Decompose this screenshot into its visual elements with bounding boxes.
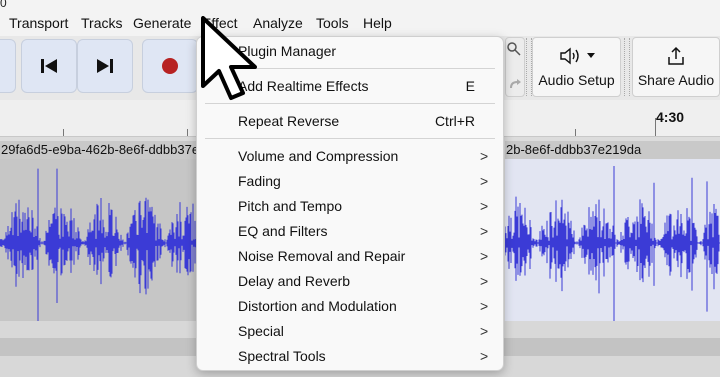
menu-item-label: Volume and Compression [238,148,399,164]
menu-transport[interactable]: Transport [9,15,68,31]
ruler-tick [63,129,64,136]
skip-to-start-button[interactable] [21,39,77,93]
ruler-time-label: 4:30 [656,109,685,125]
dropdown-caret-icon [586,53,595,58]
audacity-window: 0 Transport Tracks Generate Effect Analy… [0,0,720,377]
menu-item-label: Delay and Reverb [238,273,351,289]
pause-button[interactable] [0,39,16,93]
audio-setup-icons [533,44,620,68]
menu-item-distortion-and-modulation[interactable]: Distortion and Modulation > [197,295,503,319]
chevron-right-icon: > [480,273,489,289]
skip-to-start-icon [41,59,57,73]
waveform-right[interactable] [504,159,720,326]
menu-item-pitch-and-tempo[interactable]: Pitch and Tempo > [197,195,503,219]
chevron-right-icon: > [480,148,489,164]
clip-name: 29fa6d5-e9ba-462b-8e6f-ddbb37e219da [1,142,200,157]
ruler-tick [187,129,188,136]
menu-item-spectral-tools[interactable]: Spectral Tools > [197,345,503,369]
clip-header-left[interactable]: 29fa6d5-e9ba-462b-8e6f-ddbb37e219da [0,141,200,160]
menu-item-label: Distortion and Modulation [238,298,397,314]
menu-item-label: Spectral Tools [238,348,326,364]
menu-item-volume-and-compression[interactable]: Volume and Compression > [197,145,503,169]
clip-header-right[interactable]: 2b-8e6f-ddbb37e219da [505,141,720,160]
zoom-icon [507,42,521,56]
ruler-tick [575,129,576,136]
menu-item-label: Special [238,323,284,339]
menu-item-label: Noise Removal and Repair [238,248,406,264]
menu-item-fading[interactable]: Fading > [197,170,503,194]
menu-separator [205,138,495,139]
menu-generate[interactable]: Generate [133,15,191,31]
tools-panel-fragment [505,37,525,97]
share-audio-icons [633,44,719,68]
menu-bar: Transport Tracks Generate Effect Analyze… [0,11,720,37]
chevron-right-icon: > [480,248,489,264]
menu-item-label: Repeat Reverse [238,113,340,129]
share-audio-label: Share Audio [637,72,715,88]
chevron-right-icon: > [480,348,489,364]
menu-item-label: Fading [238,173,281,189]
chevron-right-icon: > [480,323,489,339]
clip-name: 2b-8e6f-ddbb37e219da [506,142,642,157]
waveform-graphic [504,166,720,326]
record-icon [162,58,178,74]
skip-to-end-button[interactable] [77,39,133,93]
chevron-right-icon: > [480,198,489,214]
title-fragment: 0 [0,0,7,10]
menu-separator [205,103,495,104]
menu-tools[interactable]: Tools [316,15,349,31]
title-strip: 0 [0,0,720,11]
menu-item-special[interactable]: Special > [197,320,503,344]
menu-item-delay-and-reverb[interactable]: Delay and Reverb > [197,270,503,294]
audio-setup-label: Audio Setup [538,72,615,88]
mouse-pointer-icon [201,16,257,100]
record-button[interactable] [142,39,198,93]
chevron-right-icon: > [480,223,489,239]
redo-icon [510,79,521,88]
audio-setup-button[interactable]: Audio Setup [532,37,621,97]
menu-tracks[interactable]: Tracks [81,15,122,31]
menu-item-eq-and-filters[interactable]: EQ and Filters > [197,220,503,244]
menu-help[interactable]: Help [363,15,392,31]
waveform-left[interactable] [0,159,200,330]
chevron-right-icon: > [480,298,489,314]
menu-item-label: EQ and Filters [238,223,328,239]
waveform-graphic [0,168,200,330]
skip-to-end-icon [97,59,113,73]
menu-item-label: Pitch and Tempo [238,198,343,214]
menu-item-repeat-reverse[interactable]: Repeat Reverse Ctrl+R [197,110,503,134]
toolbar-grip[interactable] [624,38,630,96]
chevron-right-icon: > [480,173,489,189]
share-icon [668,46,684,65]
share-audio-button[interactable]: Share Audio [632,37,720,97]
menu-item-shortcut: Ctrl+R [434,113,475,129]
menu-item-noise-removal-and-repair[interactable]: Noise Removal and Repair > [197,245,503,269]
speaker-icon [559,47,579,65]
menu-item-shortcut: E [465,78,475,94]
